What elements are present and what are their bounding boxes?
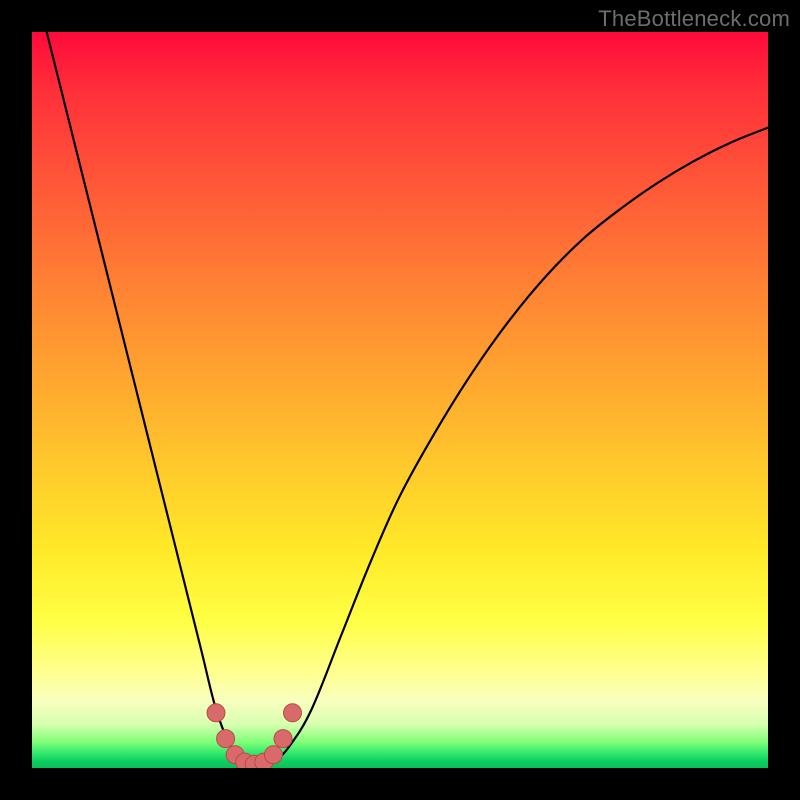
chart-svg — [32, 32, 768, 768]
curve-layer — [47, 32, 768, 764]
optimal-marker — [217, 730, 235, 748]
chart-frame: TheBottleneck.com — [0, 0, 800, 800]
bottleneck-curve — [47, 32, 768, 764]
optimal-marker — [274, 730, 292, 748]
optimal-marker — [264, 746, 282, 764]
watermark-text: TheBottleneck.com — [598, 6, 790, 32]
optimal-markers — [207, 704, 302, 768]
optimal-marker — [284, 704, 302, 722]
optimal-marker — [207, 704, 225, 722]
plot-area — [32, 32, 768, 768]
